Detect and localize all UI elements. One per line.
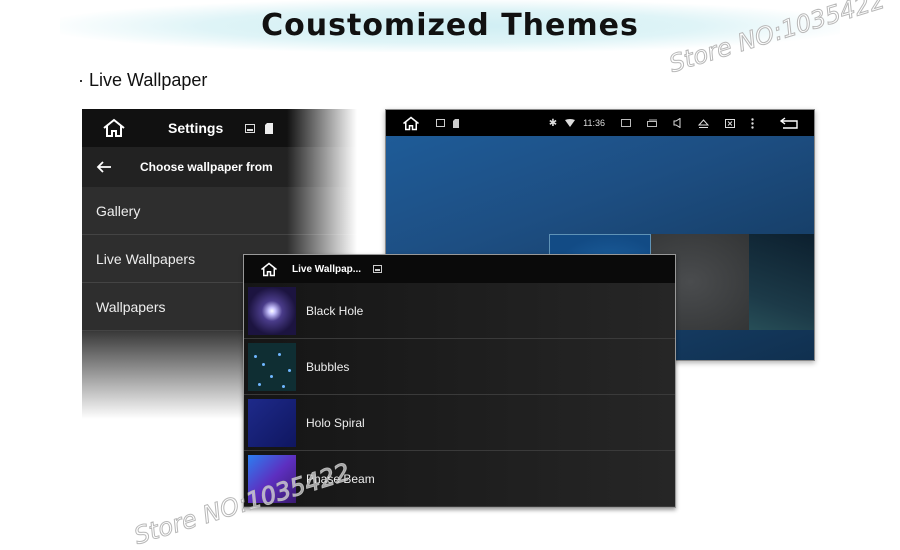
status-bar: ✱ 11:36 <box>386 110 814 136</box>
holo-spiral-thumbnail <box>248 398 296 447</box>
window-icon[interactable] <box>647 119 657 127</box>
bluetooth-icon: ✱ <box>548 117 558 129</box>
live-wallpapers-title: Live Wallpap... <box>292 263 362 275</box>
close-window-icon[interactable] <box>725 118 735 128</box>
choose-wallpaper-title: Choose wallpaper from <box>140 160 273 174</box>
wifi-icon <box>565 119 576 127</box>
image-icon <box>373 265 383 273</box>
back-arrow-icon[interactable] <box>96 161 112 173</box>
eject-icon[interactable] <box>698 118 709 128</box>
image-icon <box>436 119 445 127</box>
home-icon[interactable] <box>260 262 278 277</box>
clock-time: 11:36 <box>583 118 605 128</box>
section-subtitle: · Live Wallpaper <box>78 70 208 90</box>
list-item-black-hole[interactable]: Black Hole <box>244 283 675 339</box>
black-hole-thumbnail <box>248 286 296 335</box>
settings-title: Settings <box>168 120 224 136</box>
volume-icon[interactable] <box>673 118 682 128</box>
live-wallpapers-top-bar: Live Wallpap... <box>244 255 675 283</box>
list-item-holo-spiral[interactable]: Holo Spiral <box>244 395 675 451</box>
back-icon[interactable] <box>780 117 800 129</box>
screen-icon[interactable] <box>621 119 631 127</box>
more-menu-icon[interactable] <box>751 117 754 129</box>
list-item-label: Bubbles <box>306 359 350 374</box>
home-icon[interactable] <box>102 118 126 138</box>
list-item-label: Black Hole <box>306 303 364 318</box>
list-item-bubbles[interactable]: Bubbles <box>244 339 675 395</box>
sd-card-icon <box>265 122 274 134</box>
list-item-label: Holo Spiral <box>306 415 365 430</box>
bubbles-thumbnail <box>248 342 296 391</box>
sd-card-icon <box>453 118 459 128</box>
home-icon[interactable] <box>402 116 420 131</box>
wallpaper-preview[interactable] <box>749 234 814 330</box>
image-icon <box>245 123 256 133</box>
